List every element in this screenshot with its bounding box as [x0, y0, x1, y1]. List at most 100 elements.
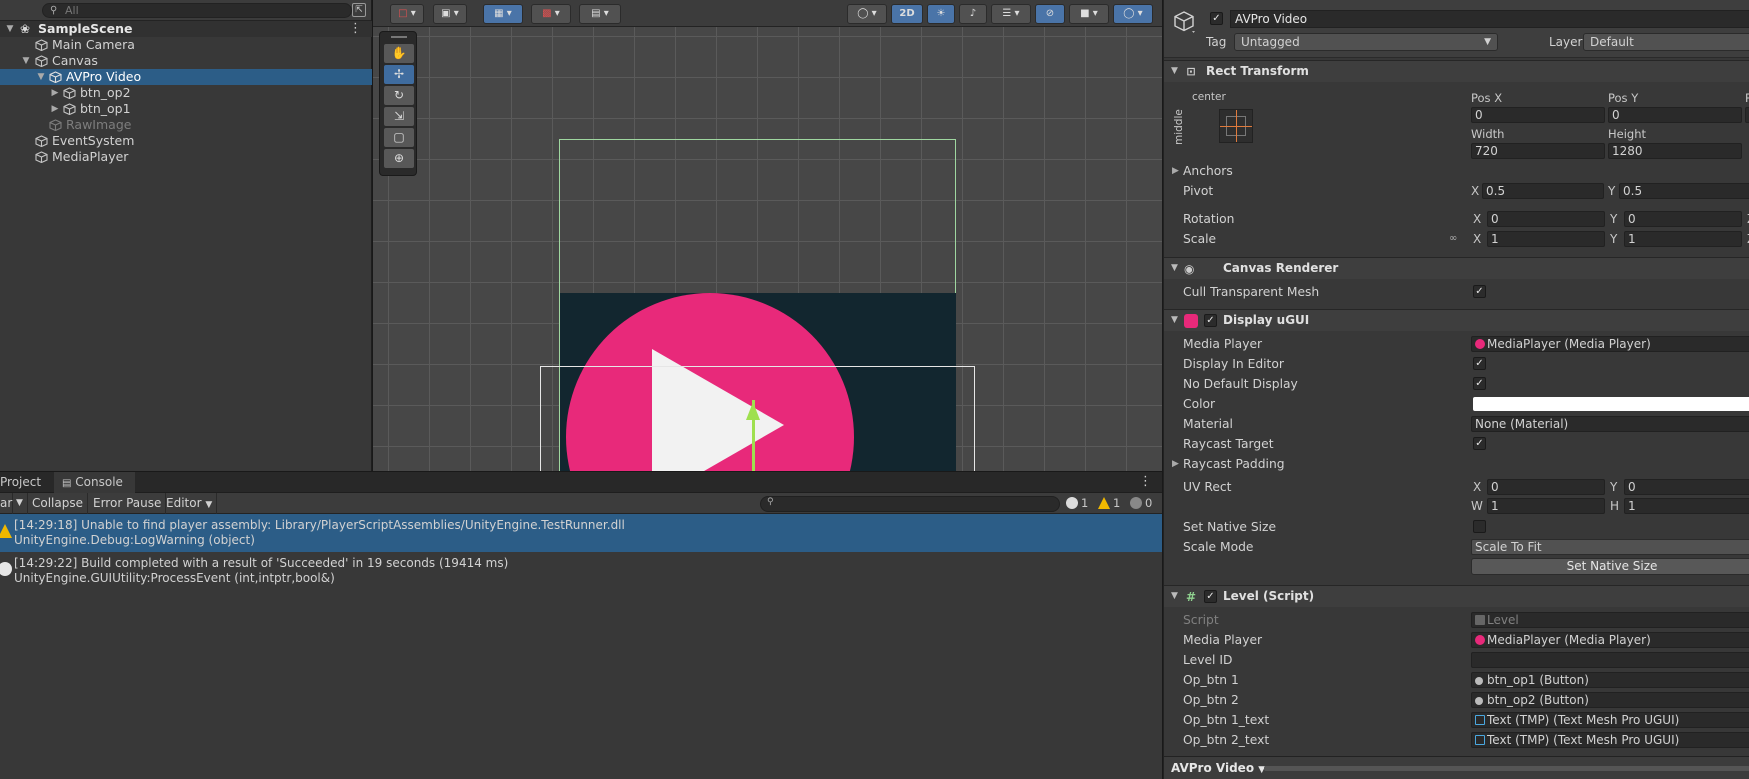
ruler-dropdown[interactable]: ▤ ▾ [579, 4, 621, 24]
console-log-row[interactable]: [14:29:22] Build completed with a result… [0, 552, 1162, 590]
rotation-x-field[interactable]: 0 [1487, 211, 1605, 227]
warning-count-toggle[interactable]: 1 [1098, 495, 1120, 512]
scale-tool[interactable]: ⇲ [384, 107, 414, 126]
snap-increment-dropdown[interactable]: ▩ ▾ [531, 4, 571, 24]
transform-tool[interactable]: ⊕ [384, 149, 414, 168]
level-id-field[interactable] [1471, 652, 1749, 668]
scene-view[interactable]: □ ▾ ▣ ▾ ▦ ▾ ▩ ▾ ▤ ▾ ◯ ▾ 2D ☀ ♪ ☰ ▾ ⊘ ■ ▾… [373, 0, 1162, 471]
hierarchy-item-btn-op2[interactable]: ▶ btn_op2 [0, 85, 372, 101]
tab-project[interactable]: Project [0, 472, 41, 493]
toggle-2d-button[interactable]: 2D [891, 4, 923, 24]
tag-dropdown[interactable]: Untagged ▼ [1234, 33, 1498, 51]
scale-x-field[interactable]: 1 [1487, 231, 1605, 247]
uv-y-field[interactable]: 0 [1624, 479, 1749, 495]
search-by-type-button[interactable]: ⇱ [352, 3, 366, 17]
tab-console[interactable]: ▤ Console [54, 472, 135, 493]
constrain-proportions-icon[interactable]: ∞ [1449, 230, 1457, 248]
hidden-objects-toggle[interactable]: ⊘ [1035, 4, 1065, 24]
shading-mode-dropdown[interactable]: ◯ ▾ [847, 4, 887, 24]
set-native-size-checkbox[interactable] [1473, 520, 1486, 533]
color-swatch[interactable] [1473, 397, 1749, 411]
chevron-right-icon[interactable]: ▶ [1172, 162, 1179, 180]
error-count-toggle[interactable]: 0 [1130, 495, 1152, 512]
height-field[interactable]: 1280 [1608, 143, 1742, 159]
hierarchy-item-rawimage[interactable]: RawImage [0, 117, 372, 133]
audio-toggle[interactable]: ♪ [959, 4, 987, 24]
uv-h-field[interactable]: 1 [1624, 498, 1749, 514]
console-log-row[interactable]: [14:29:18] Unable to find player assembl… [0, 514, 1162, 552]
log-count-toggle[interactable]: 1 [1066, 495, 1088, 512]
move-tool[interactable]: ✢ [384, 65, 414, 84]
chevron-right-icon[interactable]: ▶ [1172, 455, 1179, 473]
raycast-target-checkbox[interactable]: ✓ [1473, 437, 1486, 450]
preview-object-dropdown[interactable]: AVPro Video ▼ [1171, 760, 1265, 777]
more-menu-icon[interactable]: ⋮ [1139, 474, 1152, 489]
canvas-renderer-header[interactable]: ▼ ◉ Canvas Renderer [1164, 257, 1749, 279]
anchors-row[interactable]: ▶ Anchors [1164, 162, 1749, 180]
chevron-down-icon[interactable]: ▼ [20, 53, 32, 69]
level-media-player-field[interactable]: MediaPlayer (Media Player) [1471, 632, 1749, 648]
chevron-down-icon[interactable]: ▼ [1171, 586, 1178, 607]
pivot-y-field[interactable]: 0.5 [1619, 183, 1749, 199]
chevron-down-icon[interactable]: ▼ [1171, 258, 1178, 279]
op-btn-1-text-field[interactable]: Text (TMP) (Text Mesh Pro UGUI) [1471, 712, 1749, 728]
rect-tool[interactable]: ▢ [384, 128, 414, 147]
level-script-header[interactable]: ▼ # ✓ Level (Script) [1164, 585, 1749, 607]
component-enabled-checkbox[interactable]: ✓ [1204, 590, 1217, 603]
display-ugui-header[interactable]: ▼ ✓ Display uGUI [1164, 309, 1749, 331]
display-in-editor-checkbox[interactable]: ✓ [1473, 357, 1486, 370]
camera-settings-dropdown[interactable]: ■ ▾ [1069, 4, 1109, 24]
scale-y-field[interactable]: 1 [1624, 231, 1742, 247]
hierarchy-item-mediaplayer[interactable]: MediaPlayer [0, 149, 372, 165]
op-btn-2-text-field[interactable]: Text (TMP) (Text Mesh Pro UGUI) [1471, 732, 1749, 748]
chevron-down-icon[interactable]: ▼ [1171, 310, 1178, 331]
chevron-down-icon[interactable]: ▼ [4, 21, 16, 37]
layer-dropdown[interactable]: Default [1583, 33, 1749, 51]
palette-grip[interactable] [391, 36, 407, 38]
scale-mode-dropdown[interactable]: Scale To Fit [1471, 539, 1749, 555]
scene-gizmo-dropdown[interactable]: ▣ ▾ [433, 4, 467, 24]
hierarchy-item-eventsystem[interactable]: EventSystem [0, 133, 372, 149]
hand-tool[interactable]: ✋ [384, 44, 414, 63]
no-default-display-checkbox[interactable]: ✓ [1473, 377, 1486, 390]
rotate-tool[interactable]: ↻ [384, 86, 414, 105]
rotation-y-field[interactable]: 0 [1624, 211, 1742, 227]
uv-w-field[interactable]: 1 [1487, 498, 1605, 514]
active-checkbox[interactable]: ✓ [1210, 12, 1223, 25]
hierarchy-item-main-camera[interactable]: Main Camera [0, 37, 372, 53]
scene-root-row[interactable]: ▼ ❀ SampleScene ⋮ [0, 21, 372, 37]
clear-button[interactable]: ar [0, 493, 14, 514]
console-search-input[interactable]: ⚲ [760, 496, 1060, 512]
set-native-size-button[interactable]: Set Native Size [1471, 558, 1749, 575]
hierarchy-item-btn-op1[interactable]: ▶ btn_op1 [0, 101, 372, 117]
pivot-x-field[interactable]: 0.5 [1482, 183, 1604, 199]
preview-resize-handle[interactable] [1264, 766, 1749, 771]
clear-options-dropdown[interactable]: ▼ [14, 493, 28, 514]
error-pause-toggle[interactable]: Error Pause [89, 493, 167, 514]
gameobject-cube-icon[interactable] [1172, 10, 1196, 34]
pos-x-field[interactable]: 0 [1471, 107, 1605, 123]
object-name-field[interactable]: AVPro Video [1230, 10, 1749, 28]
editor-dropdown[interactable]: Editor ▼ [162, 493, 218, 514]
width-field[interactable]: 720 [1471, 143, 1605, 159]
effects-dropdown[interactable]: ☰ ▾ [991, 4, 1031, 24]
chevron-down-icon[interactable]: ▼ [1171, 61, 1178, 82]
material-field[interactable]: None (Material) [1471, 416, 1749, 432]
collapse-toggle[interactable]: Collapse [28, 493, 88, 514]
hierarchy-item-canvas[interactable]: ▼ Canvas [0, 53, 372, 69]
chevron-down-icon[interactable]: ▼ [35, 69, 47, 85]
cull-checkbox[interactable]: ✓ [1473, 285, 1486, 298]
grid-snapping-dropdown[interactable]: ▦ ▾ [483, 4, 523, 24]
hierarchy-item-avpro-video[interactable]: ▼ AVPro Video [0, 69, 372, 85]
op-btn-1-field[interactable]: btn_op1 (Button) [1471, 672, 1749, 688]
media-player-field[interactable]: MediaPlayer (Media Player) [1471, 336, 1749, 352]
uv-x-field[interactable]: 0 [1487, 479, 1605, 495]
pos-z-field[interactable]: 0 [1745, 107, 1749, 123]
gizmos-dropdown[interactable]: ◯ ▾ [1113, 4, 1153, 24]
more-menu-icon[interactable]: ⋮ [349, 21, 362, 37]
move-gizmo-y-axis[interactable] [752, 400, 755, 471]
op-btn-2-field[interactable]: btn_op2 (Button) [1471, 692, 1749, 708]
draw-mode-dropdown[interactable]: □ ▾ [390, 4, 424, 24]
raycast-padding-row[interactable]: ▶ Raycast Padding [1164, 455, 1749, 473]
pos-y-field[interactable]: 0 [1608, 107, 1742, 123]
